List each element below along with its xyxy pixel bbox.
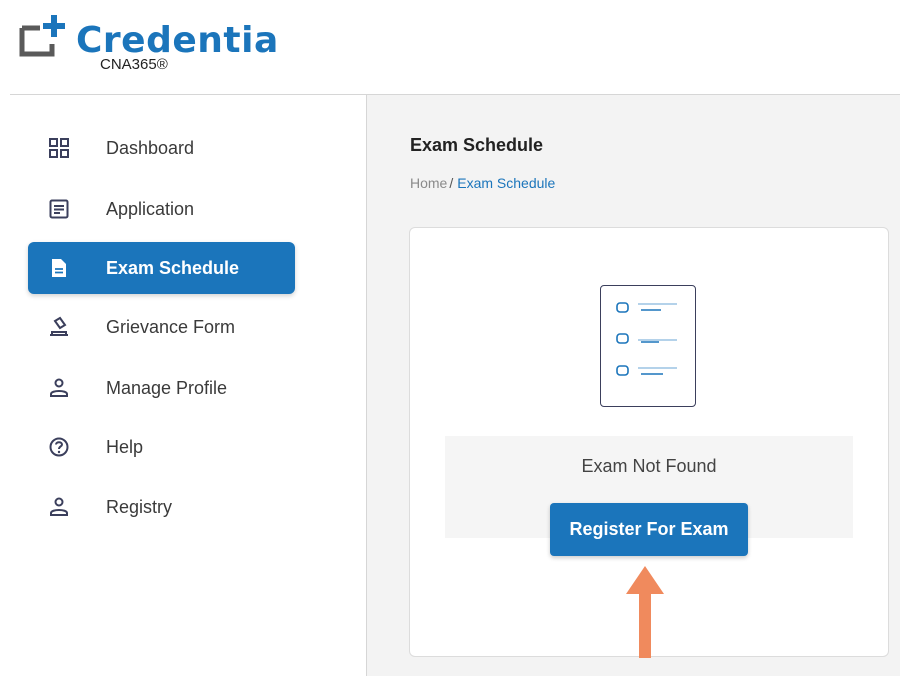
sidebar-item-help[interactable]: Help: [28, 421, 295, 473]
sidebar-item-label: Application: [106, 198, 195, 219]
file-icon: [52, 259, 66, 277]
question-circle-icon: [49, 437, 69, 457]
breadcrumb-home-link[interactable]: Home: [410, 175, 447, 191]
sidebar-item-dashboard[interactable]: Dashboard: [28, 122, 295, 174]
sidebar-item-exam-schedule[interactable]: Exam Schedule: [28, 242, 295, 294]
up-arrow-icon: [626, 566, 664, 658]
app-header: Credentia CNA365®: [0, 0, 900, 95]
checklist-icon: [600, 285, 696, 407]
sidebar-item-application[interactable]: Application: [28, 183, 295, 235]
brand-subtitle: CNA365®: [100, 56, 168, 73]
sidebar-item-grievance-form[interactable]: Grievance Form: [28, 301, 295, 353]
sidebar-item-label: Manage Profile: [106, 377, 228, 398]
page-title: Exam Schedule: [410, 135, 544, 155]
person-icon: [50, 378, 68, 397]
sidebar-item-manage-profile[interactable]: Manage Profile: [28, 362, 295, 414]
sidebar-item-label: Help: [106, 436, 144, 457]
sidebar-item-label: Grievance Form: [106, 316, 236, 337]
person-icon: [50, 497, 68, 516]
brand-name: Credentia: [76, 20, 279, 61]
sidebar: Dashboard Application Exam Schedule Grie…: [0, 95, 366, 676]
dashboard-grid-icon: [49, 138, 69, 158]
sidebar-item-label: Registry: [106, 496, 173, 517]
credentia-logo-icon: [19, 15, 65, 57]
empty-state-panel: Exam Not Found Register For Exam: [445, 436, 853, 556]
breadcrumb-current: Exam Schedule: [457, 175, 556, 191]
breadcrumb: Home / Exam Schedule: [410, 175, 555, 191]
sidebar-item-registry[interactable]: Registry: [28, 481, 295, 533]
register-for-exam-button[interactable]: Register For Exam: [550, 503, 748, 556]
gavel-icon: [50, 316, 68, 336]
breadcrumb-separator: /: [449, 175, 454, 191]
empty-state-message: Exam Not Found: [581, 456, 717, 476]
sidebar-item-label: Dashboard: [106, 137, 195, 158]
sidebar-item-label: Exam Schedule: [106, 257, 240, 278]
document-list-icon: [49, 199, 69, 219]
